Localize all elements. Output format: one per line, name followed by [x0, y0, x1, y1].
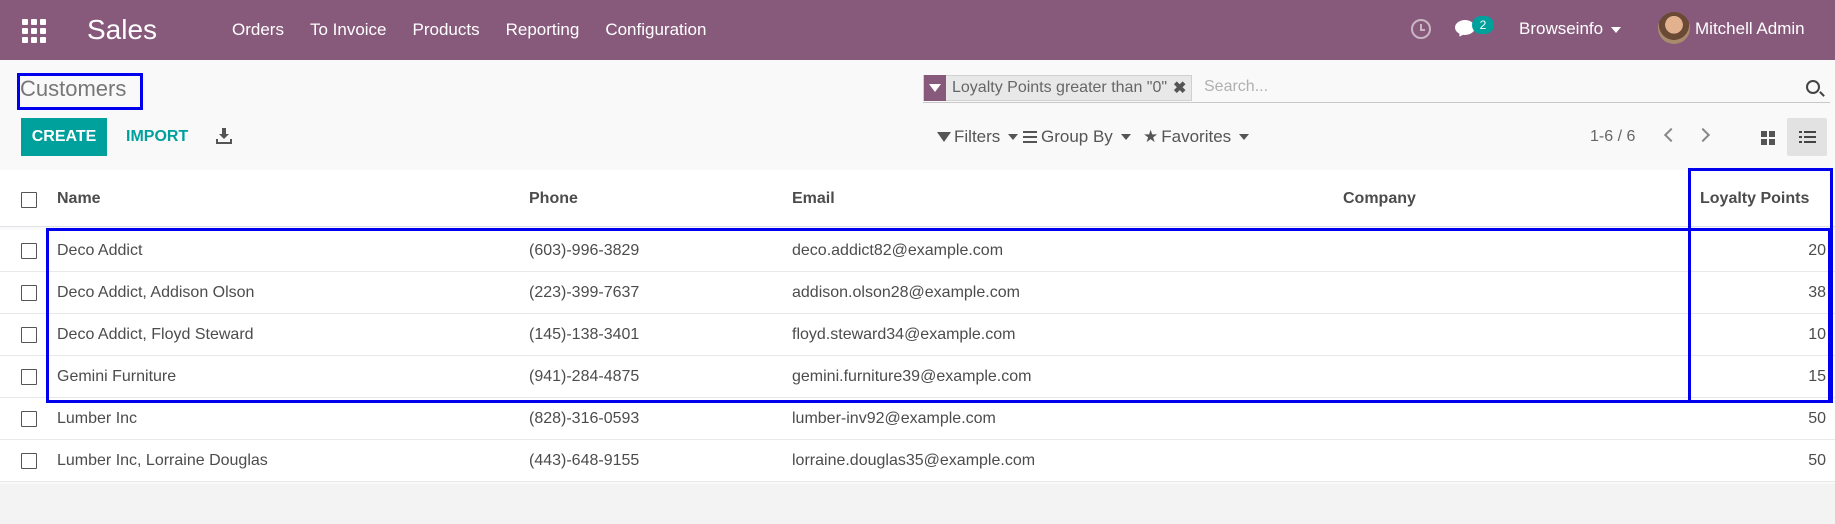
row-checkbox[interactable]: [21, 327, 37, 343]
table-row[interactable]: Lumber Inc, Lorraine Douglas (443)-648-9…: [0, 440, 1835, 482]
table-row[interactable]: Deco Addict (603)-996-3829 deco.addict82…: [0, 230, 1835, 272]
filters-dropdown[interactable]: Filters: [937, 127, 1019, 147]
cell-phone: (603)-996-3829: [529, 242, 640, 259]
row-checkbox[interactable]: [21, 411, 37, 427]
messages-count-badge: 2: [1472, 16, 1494, 34]
column-header-name[interactable]: Name: [57, 190, 101, 208]
favorites-dropdown[interactable]: ★ Favorites: [1143, 127, 1250, 147]
cell-loyalty-points: 50: [1808, 410, 1826, 427]
cell-name: Lumber Inc: [57, 410, 138, 427]
favorites-label: Favorites: [1161, 127, 1232, 146]
cell-email: lorraine.douglas35@example.com: [792, 452, 1036, 469]
cell-name: Deco Addict, Floyd Steward: [57, 326, 254, 343]
facet-label: Loyalty Points greater than "0": [952, 79, 1168, 96]
import-button[interactable]: IMPORT: [118, 118, 196, 156]
funnel-icon: [937, 132, 951, 142]
pager-previous-icon[interactable]: [1663, 127, 1679, 143]
cell-name: Lumber Inc, Lorraine Douglas: [57, 452, 268, 469]
create-button[interactable]: CREATE: [21, 118, 107, 156]
table-row[interactable]: Gemini Furniture (941)-284-4875 gemini.f…: [0, 356, 1835, 398]
filter-icon: [924, 75, 946, 101]
cell-phone: (145)-138-3401: [529, 326, 640, 343]
search-input[interactable]: [1204, 74, 1784, 100]
highlight-box-title: [17, 73, 143, 110]
column-header-loyalty-points[interactable]: Loyalty Points: [1700, 190, 1809, 208]
cell-email: addison.olson28@example.com: [792, 284, 1020, 301]
pager-next-icon[interactable]: [1695, 127, 1711, 143]
download-icon[interactable]: [216, 128, 232, 144]
table-row[interactable]: Lumber Inc (828)-316-0593 lumber-inv92@e…: [0, 398, 1835, 440]
user-menu[interactable]: Mitchell Admin: [1695, 19, 1805, 39]
company-name: Browseinfo: [1519, 19, 1604, 38]
search-underline: [923, 102, 1830, 103]
app-name: Sales: [87, 14, 158, 45]
cell-name: Deco Addict, Addison Olson: [57, 284, 255, 301]
cell-email: deco.addict82@example.com: [792, 242, 1004, 259]
cell-name: Deco Addict: [57, 242, 143, 259]
bars-icon: [1023, 131, 1037, 143]
cell-email: gemini.furniture39@example.com: [792, 368, 1032, 385]
company-switcher[interactable]: Browseinfo: [1519, 19, 1622, 39]
top-navbar: Sales Orders To Invoice Products Reporti…: [0, 0, 1835, 60]
group-by-label: Group By: [1041, 127, 1113, 146]
select-all-checkbox[interactable]: [21, 192, 37, 208]
cell-email: lumber-inv92@example.com: [792, 410, 996, 427]
cell-loyalty-points: 15: [1808, 368, 1826, 385]
cell-phone: (828)-316-0593: [529, 410, 640, 427]
kanban-view-icon[interactable]: [1749, 118, 1785, 156]
filters-label: Filters: [954, 127, 1001, 146]
chevron-down-icon: [1008, 134, 1019, 140]
table-row[interactable]: Deco Addict, Floyd Steward (145)-138-340…: [0, 314, 1835, 356]
list-view-icon[interactable]: [1787, 118, 1827, 156]
column-header-company[interactable]: Company: [1343, 190, 1416, 208]
cell-loyalty-points: 10: [1808, 326, 1826, 343]
row-checkbox[interactable]: [21, 453, 37, 469]
cell-loyalty-points: 20: [1808, 242, 1826, 259]
apps-menu-icon[interactable]: [20, 17, 46, 43]
chevron-down-icon: [1120, 134, 1131, 140]
remove-facet-icon[interactable]: ✖: [1173, 78, 1191, 98]
cell-loyalty-points: 38: [1808, 284, 1826, 301]
menu-item-orders[interactable]: Orders: [219, 20, 297, 40]
menu-item-to-invoice[interactable]: To Invoice: [297, 20, 400, 40]
user-avatar[interactable]: [1658, 12, 1690, 44]
cell-phone: (941)-284-4875: [529, 368, 640, 385]
chevron-down-icon: [1239, 134, 1250, 140]
cell-phone: (443)-648-9155: [529, 452, 640, 469]
column-header-phone[interactable]: Phone: [529, 190, 578, 208]
cell-email: floyd.steward34@example.com: [792, 326, 1016, 343]
pager-value[interactable]: 1-6 / 6: [1590, 128, 1635, 146]
table-header: [0, 170, 1835, 227]
row-checkbox[interactable]: [21, 369, 37, 385]
chevron-down-icon: [1611, 26, 1622, 33]
menu-item-configuration[interactable]: Configuration: [592, 20, 719, 40]
column-header-email[interactable]: Email: [792, 190, 835, 208]
cell-name: Gemini Furniture: [57, 368, 177, 385]
empty-area: [0, 484, 1835, 524]
search-facet: Loyalty Points greater than "0" ✖: [923, 75, 1193, 101]
row-checkbox[interactable]: [21, 243, 37, 259]
cell-phone: (223)-399-7637: [529, 284, 640, 301]
row-checkbox[interactable]: [21, 285, 37, 301]
activity-clock-icon[interactable]: [1411, 19, 1431, 39]
cell-loyalty-points: 50: [1808, 452, 1826, 469]
table-row[interactable]: Deco Addict, Addison Olson (223)-399-763…: [0, 272, 1835, 314]
main-menu: Orders To Invoice Products Reporting Con…: [219, 0, 719, 60]
menu-item-products[interactable]: Products: [400, 20, 493, 40]
menu-item-reporting[interactable]: Reporting: [493, 20, 593, 40]
search-icon[interactable]: [1806, 80, 1820, 94]
group-by-dropdown[interactable]: Group By: [1023, 127, 1131, 147]
star-icon: ★: [1143, 127, 1159, 146]
